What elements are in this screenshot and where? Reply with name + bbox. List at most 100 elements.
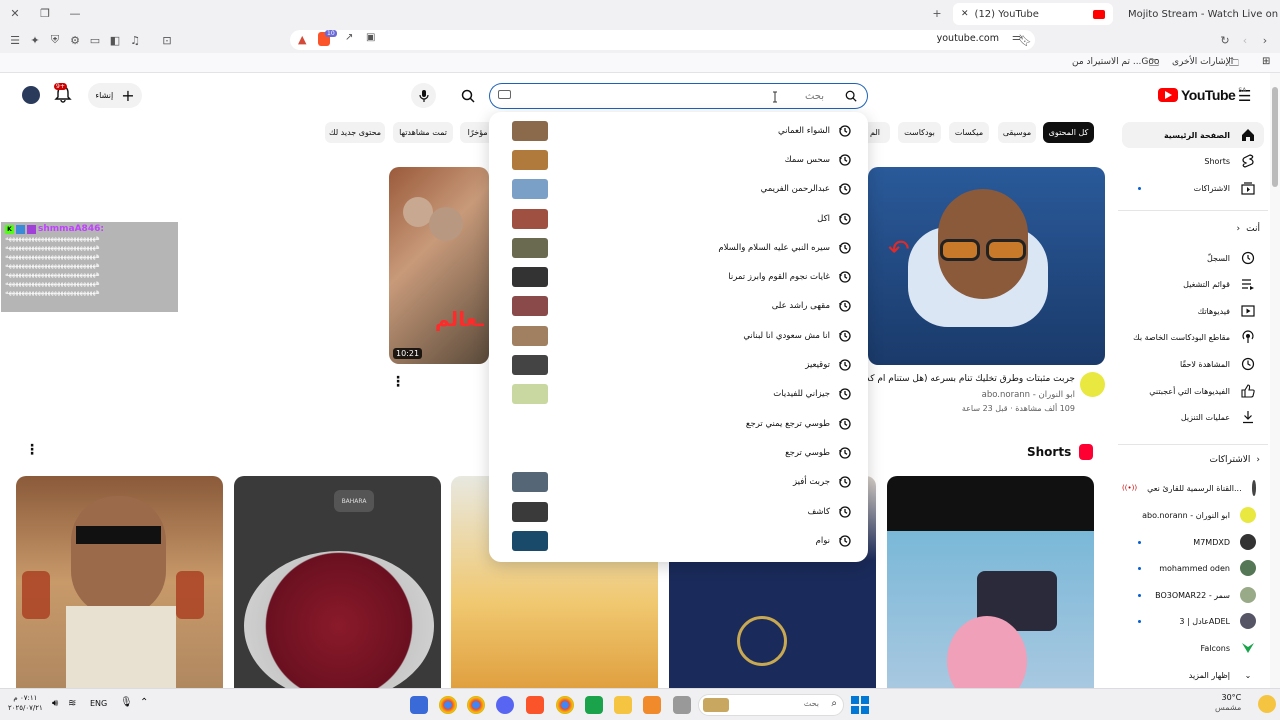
more-options-icon[interactable]: ⋮ [391, 374, 405, 390]
search-button[interactable] [835, 83, 868, 109]
sidebar-icon[interactable]: ◧ [108, 33, 122, 47]
sidebar-sub-item[interactable]: mohammed oden [1122, 555, 1264, 581]
search-suggestion-item[interactable]: الشواء العماني [489, 116, 868, 145]
bookmark-icon[interactable]: 🔖︎ [1018, 33, 1032, 47]
search-suggestion-item[interactable]: جربت أفيز [489, 468, 868, 497]
chrome-icon[interactable] [556, 696, 574, 714]
chip-mixes[interactable]: ميكسات [949, 122, 989, 143]
extensions-icon[interactable]: ⚙ [68, 33, 82, 47]
chip-watched[interactable]: تمت مشاهدتها [393, 122, 453, 143]
back-icon[interactable]: › [1258, 33, 1272, 47]
sidebar-sub-item[interactable]: BO3OMAR22 - سمر [1122, 582, 1264, 608]
search-suggestion-item[interactable]: سحس سمك [489, 145, 868, 174]
search-suggestion-item[interactable]: سيره النبي عليه السلام والسلام [489, 233, 868, 262]
restore-window-icon[interactable]: ❐ [38, 6, 52, 20]
reload-icon[interactable]: ↻ [1218, 33, 1232, 47]
chip-music[interactable]: موسيقى [998, 122, 1036, 143]
reader-mode-icon[interactable]: ▣ [366, 32, 375, 43]
sidebar-you-header[interactable]: › أنت [1237, 224, 1260, 234]
taskbar-app-icon[interactable] [585, 696, 603, 714]
sidebar-subscriptions-header[interactable]: الاشتراكات › [1210, 455, 1260, 465]
search-suggestion-item[interactable]: جيزاني للفيديات [489, 380, 868, 409]
url-field[interactable]: ▲ 10 ↗ ▣ youtube.com ⚌ [290, 30, 1035, 50]
sidebar-show-more[interactable]: إظهار المزيد ⌄ [1122, 662, 1264, 688]
minimize-window-icon[interactable]: — [68, 6, 82, 20]
screenshot-icon[interactable]: ⊡ [160, 33, 174, 47]
search-suggestion-item[interactable]: اكل [489, 204, 868, 233]
discord-icon[interactable] [496, 696, 514, 714]
search-box[interactable] [489, 83, 835, 109]
voice-search-button[interactable] [411, 83, 436, 108]
bookmark-other[interactable]: الإشارات الأخرى [1172, 57, 1233, 67]
chrome-icon[interactable] [439, 696, 457, 714]
sidebar-item-liked[interactable]: الفيديوهات التي أعجبتني [1122, 378, 1264, 404]
tab-youtube[interactable]: ✕ (12) YouTube [953, 3, 1113, 25]
apps-grid-icon[interactable]: ⊞ [1262, 56, 1270, 67]
short-thumbnail[interactable] [16, 476, 223, 688]
sidebar-item-your-videos[interactable]: فيديوهاتك [1122, 298, 1264, 324]
clock[interactable]: ٠٧:١١ م ٢٠٢٥/٠٧/٢١ [8, 693, 43, 713]
chrome-icon[interactable] [467, 696, 485, 714]
sidebar-item-shorts[interactable]: Shorts [1122, 148, 1264, 174]
page-scrollbar[interactable] [1270, 73, 1280, 688]
new-tab-icon[interactable]: + [930, 6, 944, 20]
short-thumbnail[interactable]: BAHARA [234, 476, 441, 688]
leo-ai-icon[interactable]: ✦ [28, 33, 42, 47]
weather-widget[interactable]: 30°C مشمس [1215, 693, 1241, 713]
wifi-icon[interactable]: ≋ [68, 698, 76, 709]
sidebar-sub-item[interactable]: abo.norann - ابو النوران [1122, 502, 1264, 528]
music-icon[interactable]: ♫ [128, 33, 142, 47]
sidebar-item-playlists[interactable]: قوائم التشغيل [1122, 271, 1264, 297]
file-explorer-icon[interactable] [614, 696, 632, 714]
create-button[interactable]: إنشاء + [88, 83, 142, 108]
chevron-up-icon[interactable]: ⌃ [140, 697, 148, 708]
sidebar-sub-item[interactable]: M7MDXD [1122, 529, 1264, 555]
search-suggestion-item[interactable]: توقيعيز [489, 350, 868, 379]
sidebar-sub-item[interactable]: عادل | 3ADEL [1122, 608, 1264, 634]
search-suggestion-item[interactable]: عبدالرحمن الفريمي [489, 175, 868, 204]
more-options-icon[interactable]: ⋮ [25, 442, 39, 458]
chip-podcasts[interactable]: بودكاست [898, 122, 941, 143]
windows-start-icon[interactable] [851, 696, 869, 714]
close-window-icon[interactable]: ✕ [8, 6, 22, 20]
volume-icon[interactable]: 🔊︎ [52, 698, 58, 709]
search-suggestion-item[interactable]: كاشف [489, 497, 868, 526]
sidebar-sub-item[interactable]: Falcons [1122, 635, 1264, 661]
short-thumbnail[interactable] [887, 476, 1094, 688]
video-title[interactable]: جربت مثبتات وطرق تخليك تنام بسرعه (هل ست… [860, 374, 1075, 384]
sidebar-sub-item[interactable]: ((•)) القناة الرسمية للقارئ نعي... [1122, 475, 1264, 501]
language-indicator[interactable]: ENG [90, 699, 107, 708]
sidebar-item-subscriptions[interactable]: الاشتراكات [1122, 175, 1264, 201]
menu-icon[interactable]: ☰ [8, 33, 22, 47]
taskbar-app-icon[interactable] [410, 696, 428, 714]
youtube-logo[interactable]: YouTube SA [1158, 87, 1246, 103]
task-view-icon[interactable] [673, 696, 691, 714]
video-channel[interactable]: ابو النوران - abo.norann [940, 390, 1075, 400]
sidebar-item-watch-later[interactable]: المشاهدة لاحقًا [1122, 351, 1264, 377]
channel-avatar[interactable] [1080, 372, 1105, 397]
wallet-icon[interactable]: ▭ [88, 33, 102, 47]
tab-kick[interactable]: Mojito Stream - Watch Live on Kick K [1120, 3, 1280, 25]
search-suggestion-item[interactable]: مقهى راشد على [489, 292, 868, 321]
forward-icon[interactable]: ‹ [1238, 33, 1252, 47]
brave-icon[interactable] [526, 696, 544, 714]
chip-all[interactable]: كل المحتوى [1043, 122, 1094, 143]
video-thumbnail[interactable]: ـعالم 10:21 [389, 167, 489, 364]
video-thumbnail[interactable]: ↶ [868, 167, 1105, 365]
sidebar-item-downloads[interactable]: عمليات التنزيل [1122, 404, 1264, 430]
chip-new-for-you[interactable]: محتوى جديد لك [325, 122, 385, 143]
bookmark-imported[interactable]: تم الاستيراد من ...Goo [1072, 57, 1159, 67]
search-suggestion-item[interactable]: طوسي ترجع يمني ترجع [489, 409, 868, 438]
sidebar-item-home[interactable]: الصفحة الرئيسية [1122, 122, 1264, 148]
search-suggestion-item[interactable]: طوسي ترجع [489, 438, 868, 467]
share-icon[interactable]: ↗ [345, 32, 353, 43]
shield-icon[interactable]: ⛨ [48, 33, 62, 47]
taskbar-search[interactable]: بحث ⌕ [698, 694, 844, 716]
sidebar-item-history[interactable]: السجلّ [1122, 245, 1264, 271]
scrollbar-thumb[interactable] [1272, 87, 1278, 187]
store-icon[interactable] [643, 696, 661, 714]
close-tab-icon[interactable]: ✕ [961, 9, 969, 19]
microphone-icon[interactable]: 🎙︎ [120, 697, 133, 708]
search-suggestion-item[interactable]: انا مش سعودي انا لبناني [489, 321, 868, 350]
search-icon-left[interactable] [455, 83, 481, 108]
